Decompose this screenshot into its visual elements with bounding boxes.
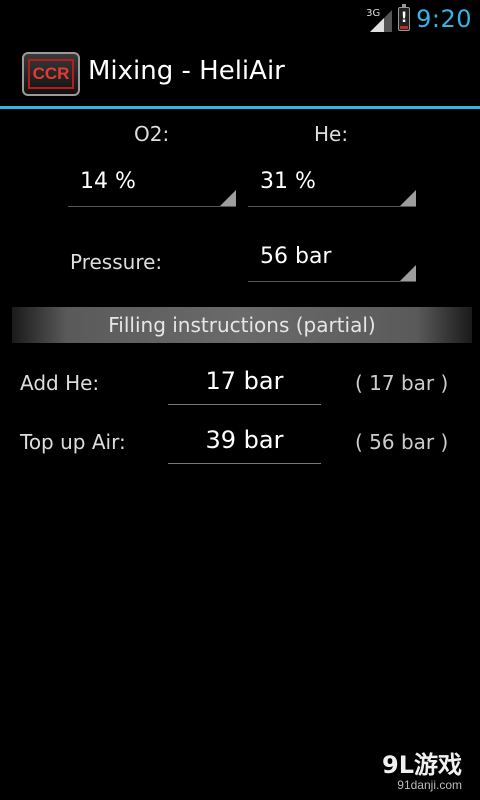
pressure-label: Pressure: [70, 250, 163, 274]
signal-icon: 3G [366, 6, 393, 32]
battery-alert-mark: ! [400, 10, 408, 26]
watermark-url: 91danji.com [397, 778, 462, 792]
spinner-arrow-icon [220, 190, 236, 206]
page-title: Mixing - HeliAir [88, 56, 285, 86]
action-bar-divider [0, 106, 480, 109]
add-he-total: ( 17 bar ) [355, 371, 449, 395]
add-he-value-field: 17 bar [168, 361, 321, 405]
top-up-air-label: Top up Air: [20, 430, 126, 454]
spinner-arrow-icon [400, 190, 416, 206]
app-icon[interactable]: CCR [22, 52, 80, 96]
add-he-label: Add He: [20, 371, 100, 395]
top-up-air-value: 39 bar [205, 426, 284, 454]
top-up-air-value-field: 39 bar [168, 420, 321, 464]
battery-icon: ! [398, 4, 411, 31]
filling-instructions-header: Filling instructions (partial) [12, 307, 472, 343]
spinner-arrow-icon [400, 265, 416, 281]
he-spinner-value: 31 % [260, 169, 316, 194]
o2-label: O2: [134, 122, 170, 146]
pressure-spinner-value: 56 bar [260, 244, 332, 269]
watermark: 9L游戏 91danji.com [382, 752, 462, 792]
top-up-air-total: ( 56 bar ) [355, 430, 449, 454]
add-he-value: 17 bar [205, 367, 284, 395]
pressure-spinner[interactable]: 56 bar [248, 238, 416, 282]
battery-level [400, 25, 409, 29]
watermark-logo: 9L游戏 [382, 751, 462, 779]
clock: 9:20 [416, 5, 472, 33]
app-icon-logo: CCR [28, 59, 74, 89]
status-bar: 3G ! 9:20 [0, 0, 480, 38]
he-spinner[interactable]: 31 % [248, 163, 416, 207]
he-label: He: [314, 122, 349, 146]
action-bar: CCR Mixing - HeliAir [0, 38, 480, 106]
o2-spinner-value: 14 % [80, 169, 136, 194]
o2-spinner[interactable]: 14 % [68, 163, 236, 207]
status-icons: 3G ! 9:20 [366, 4, 472, 34]
filling-instructions-title: Filling instructions (partial) [108, 313, 376, 337]
